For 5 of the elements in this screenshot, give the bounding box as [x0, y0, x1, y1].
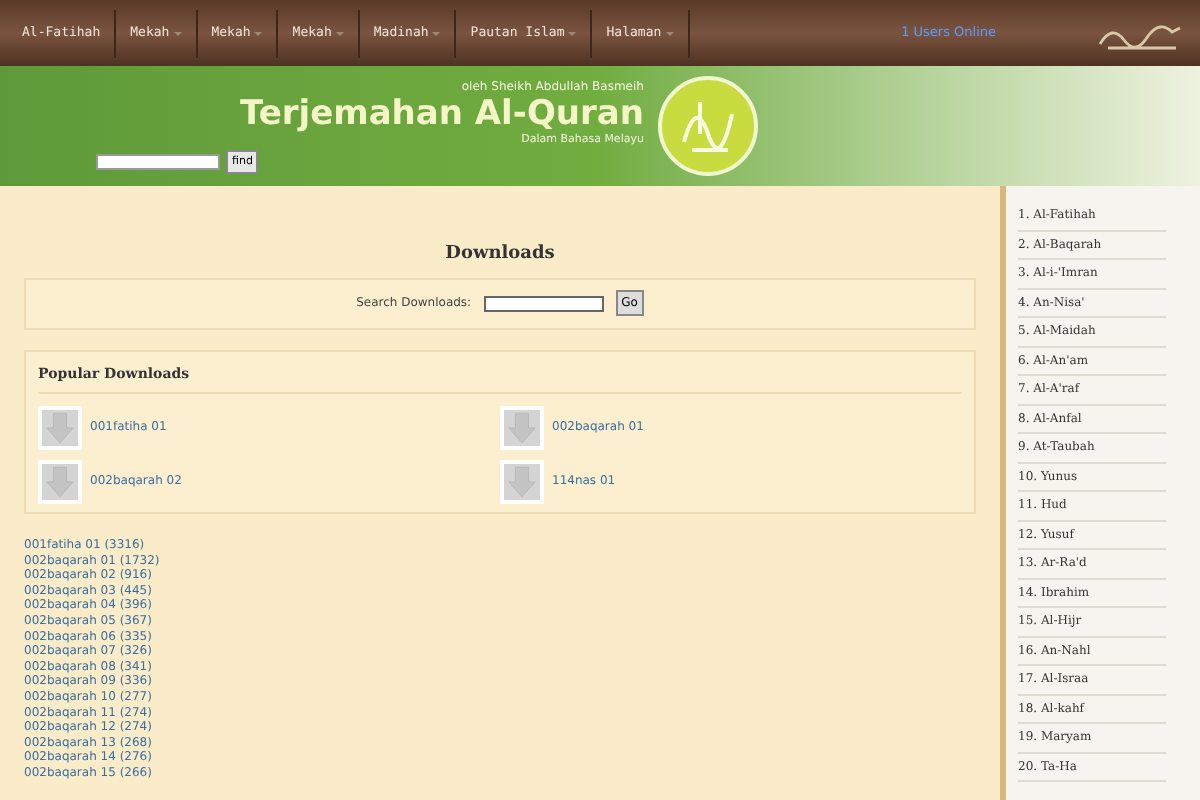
downloads-heading: Downloads [443, 242, 557, 268]
search-field[interactable] [96, 154, 221, 171]
calligraphy-emblem-icon [655, 74, 760, 178]
search-downloads-field[interactable] [483, 295, 604, 311]
site-title: Terjemahan Al-Quran [240, 95, 644, 132]
